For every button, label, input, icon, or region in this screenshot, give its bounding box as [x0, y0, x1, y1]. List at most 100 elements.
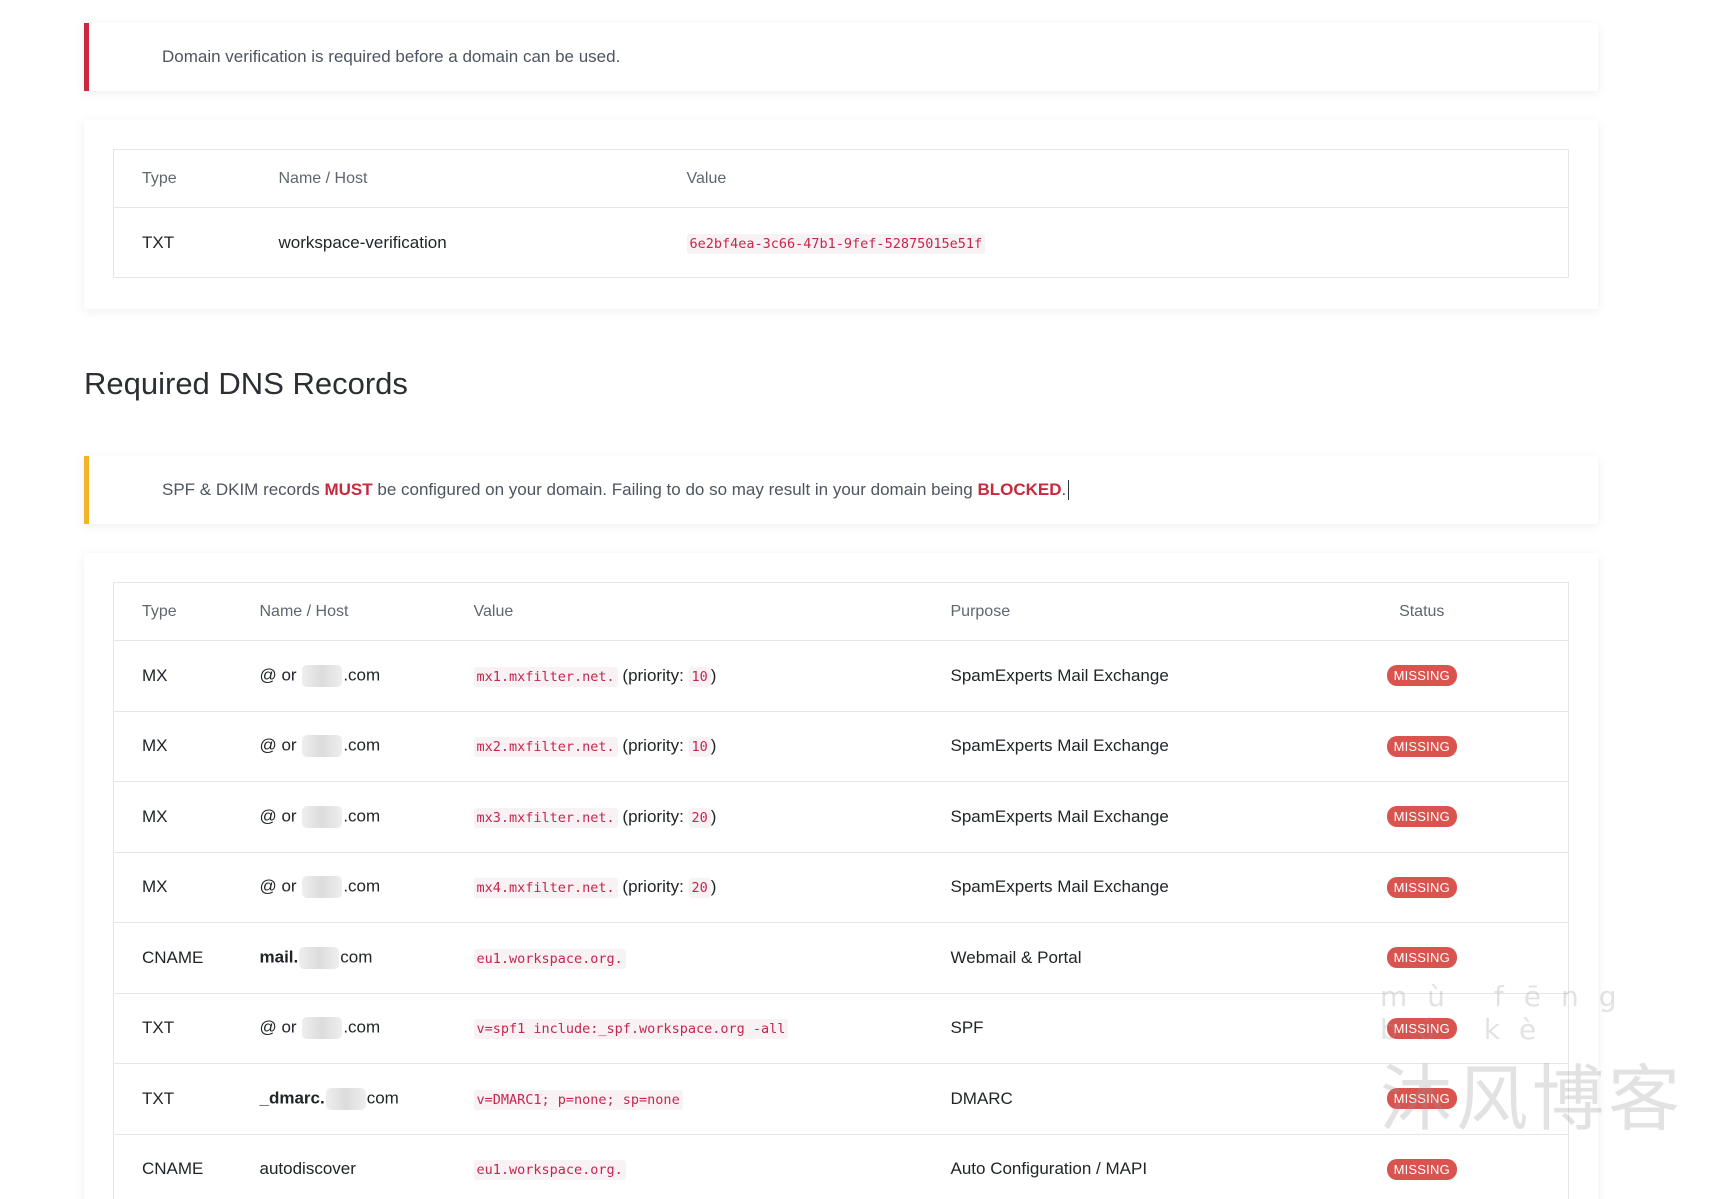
table-row: CNAME autodiscover eu1.workspace.org. Au… — [113, 1134, 1569, 1199]
host-suffix: .com — [343, 876, 381, 896]
record-value[interactable]: mx2.mxfilter.net. (priority: 10) — [445, 711, 923, 782]
record-purpose: SpamExperts Mail Exchange — [922, 852, 1276, 923]
priority-close: ) — [710, 736, 717, 756]
table-row: TXT workspace-verification 6e2bf4ea-3c66… — [113, 207, 1569, 278]
table-row: MX @ or .com mx2.mxfilter.net. (priority… — [113, 711, 1569, 782]
record-host: @ or .com — [231, 993, 446, 1064]
record-status: MISSING — [1275, 1063, 1569, 1135]
status-badge: MISSING — [1386, 735, 1457, 757]
record-status: MISSING — [1275, 640, 1569, 712]
verification-table: Type Name / Host Value TXT workspace-ver… — [113, 149, 1569, 278]
host-suffix: com — [340, 947, 373, 967]
record-value[interactable]: eu1.workspace.org. — [445, 1134, 923, 1199]
status-badge: MISSING — [1386, 876, 1457, 898]
warning-text: SPF & DKIM records MUST be configured on… — [162, 479, 1070, 501]
host-prefix: @ or — [259, 806, 302, 826]
priority-value: 20 — [688, 807, 711, 828]
must-emphasis: MUST — [324, 479, 373, 499]
record-value-code[interactable]: mx2.mxfilter.net. — [473, 737, 618, 758]
col-header-type: Type — [113, 149, 251, 208]
host-suffix: com — [366, 1088, 399, 1108]
status-badge: MISSING — [1386, 1088, 1457, 1110]
record-type: TXT — [113, 1063, 232, 1135]
record-value-code[interactable]: eu1.workspace.org. — [473, 948, 626, 969]
record-host: @ or .com — [231, 781, 446, 853]
record-purpose: DMARC — [922, 1063, 1276, 1135]
record-value-code[interactable]: mx4.mxfilter.net. — [473, 878, 618, 899]
host-prefix: @ or — [259, 876, 302, 896]
blocked-emphasis: BLOCKED — [977, 479, 1062, 499]
host-suffix: .com — [343, 665, 381, 685]
record-host: @ or .com — [231, 711, 446, 782]
col-header-name-host: Name / Host — [231, 582, 446, 641]
record-purpose: SpamExperts Mail Exchange — [922, 711, 1276, 782]
record-type: MX — [113, 640, 232, 712]
priority-label: (priority: — [622, 806, 689, 826]
record-status: MISSING — [1275, 993, 1569, 1064]
record-type: CNAME — [113, 1134, 232, 1199]
col-header-name-host: Name / Host — [250, 149, 659, 208]
record-status: MISSING — [1275, 852, 1569, 923]
priority-value: 20 — [688, 878, 711, 899]
host-prefix: @ or — [259, 735, 302, 755]
col-header-value: Value — [658, 149, 1569, 208]
record-value[interactable]: mx3.mxfilter.net. (priority: 20) — [445, 781, 923, 853]
host-text: autodiscover — [259, 1159, 356, 1179]
record-value-code[interactable]: mx3.mxfilter.net. — [473, 807, 618, 828]
record-value[interactable]: eu1.workspace.org. — [445, 922, 923, 994]
record-host: _dmarc. com — [231, 1063, 446, 1135]
record-host: workspace-verification — [250, 207, 659, 278]
record-purpose: Webmail & Portal — [922, 922, 1276, 994]
host-prefix-bold: mail. — [259, 947, 299, 967]
record-value[interactable]: mx4.mxfilter.net. (priority: 20) — [445, 852, 923, 923]
record-purpose: SPF — [922, 993, 1276, 1064]
text-cursor — [1068, 480, 1070, 501]
host-prefix: @ or — [259, 665, 302, 685]
record-host: @ or .com — [231, 640, 446, 712]
section-title: Required DNS Records — [84, 366, 408, 401]
record-value-code[interactable]: v=spf1 include:_spf.workspace.org -all — [473, 1019, 789, 1040]
redacted-domain — [325, 1087, 366, 1110]
record-value[interactable]: v=spf1 include:_spf.workspace.org -all — [445, 993, 923, 1064]
status-badge: MISSING — [1386, 806, 1457, 828]
host-suffix: .com — [343, 806, 381, 826]
status-badge: MISSING — [1386, 947, 1457, 969]
spf-dkim-warning-alert: SPF & DKIM records MUST be configured on… — [84, 456, 1598, 524]
verification-card: Type Name / Host Value TXT workspace-ver… — [84, 120, 1598, 309]
warning-suffix: . — [1061, 479, 1067, 499]
verification-code[interactable]: 6e2bf4ea-3c66-47b1-9fef-52875015e51f — [686, 233, 986, 254]
redacted-domain — [302, 876, 343, 899]
record-type: MX — [113, 781, 232, 853]
record-type: TXT — [113, 993, 232, 1064]
col-header-type: Type — [113, 582, 232, 641]
record-status: MISSING — [1275, 922, 1569, 994]
records-header-row: Type Name / Host Value Purpose Status — [113, 582, 1569, 641]
priority-close: ) — [710, 877, 717, 897]
status-badge: MISSING — [1386, 1017, 1457, 1039]
priority-close: ) — [710, 665, 717, 685]
col-header-value: Value — [445, 582, 923, 641]
col-header-purpose: Purpose — [922, 582, 1276, 641]
warning-middle: be configured on your domain. Failing to… — [372, 479, 978, 499]
record-value[interactable]: v=DMARC1; p=none; sp=none — [445, 1063, 923, 1135]
table-row: MX @ or .com mx3.mxfilter.net. (priority… — [113, 781, 1569, 853]
record-value[interactable]: 6e2bf4ea-3c66-47b1-9fef-52875015e51f — [658, 207, 1569, 278]
record-host: autodiscover — [231, 1134, 446, 1199]
record-value-code[interactable]: mx1.mxfilter.net. — [473, 666, 618, 687]
record-host: mail. com — [231, 922, 446, 994]
redacted-domain — [302, 664, 343, 687]
host-prefix-bold: _dmarc. — [259, 1088, 325, 1108]
record-host: @ or .com — [231, 852, 446, 923]
verification-alert-text: Domain verification is required before a… — [162, 47, 621, 66]
record-purpose: SpamExperts Mail Exchange — [922, 781, 1276, 853]
host-suffix: .com — [343, 1017, 381, 1037]
record-status: MISSING — [1275, 711, 1569, 782]
table-row: TXT @ or .com v=spf1 include:_spf.worksp… — [113, 993, 1569, 1064]
record-value-code[interactable]: eu1.workspace.org. — [473, 1160, 626, 1181]
dns-records-table: Type Name / Host Value Purpose Status MX… — [113, 582, 1569, 1199]
verification-header-row: Type Name / Host Value — [113, 149, 1569, 208]
record-type: MX — [113, 711, 232, 782]
record-value[interactable]: mx1.mxfilter.net. (priority: 10) — [445, 640, 923, 712]
table-row: CNAME mail. com eu1.workspace.org. Webmai… — [113, 922, 1569, 994]
record-value-code[interactable]: v=DMARC1; p=none; sp=none — [473, 1089, 683, 1110]
